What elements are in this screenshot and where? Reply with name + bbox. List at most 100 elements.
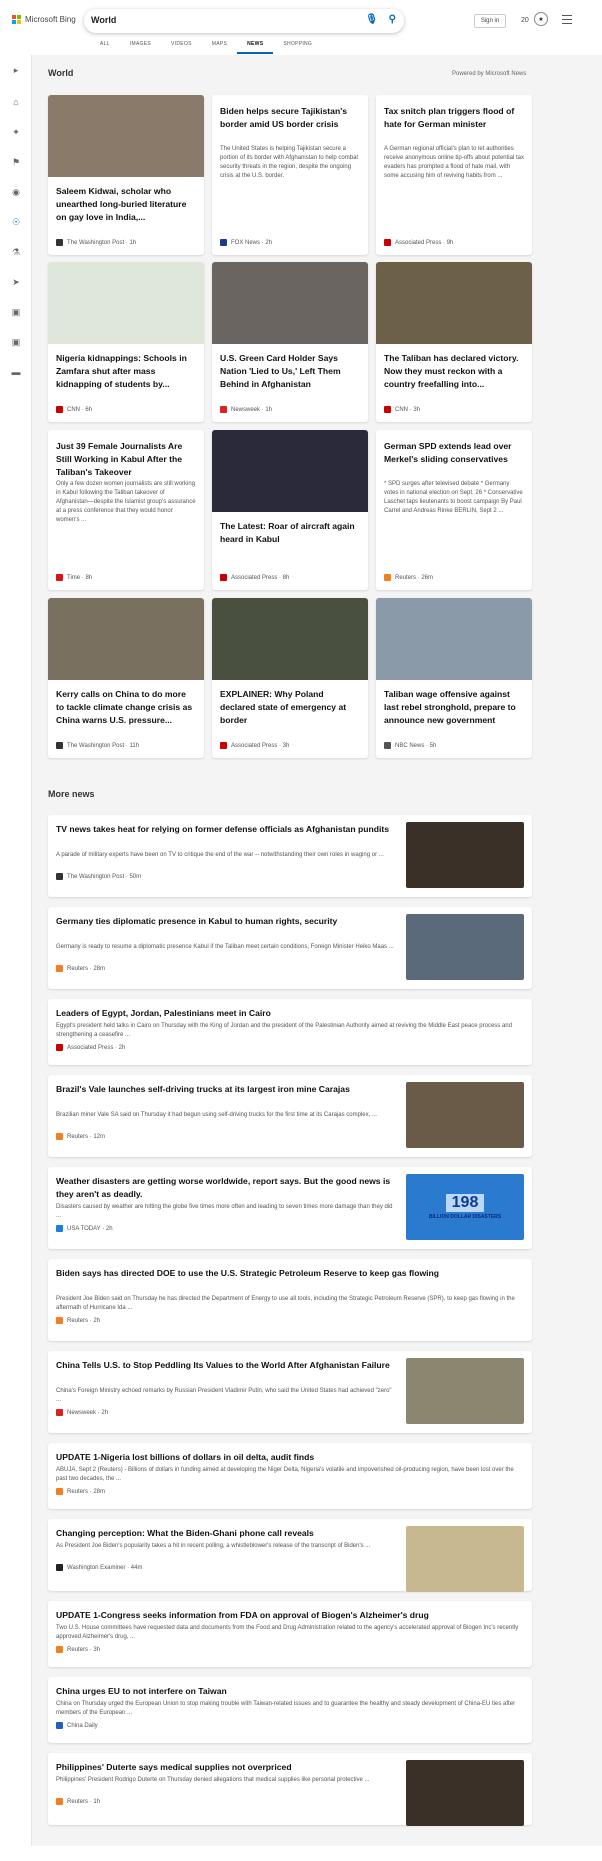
news-card-source[interactable]: The Washington Post · 11h — [56, 742, 139, 749]
news-card-source[interactable]: NBC News · 5h — [384, 742, 436, 749]
more-news-source[interactable]: Newsweek · 2h — [56, 1409, 108, 1416]
news-card-title[interactable]: The Taliban has declared victory. Now th… — [384, 352, 524, 391]
location-icon[interactable]: ◉ — [9, 185, 23, 199]
news-card-image[interactable] — [376, 598, 532, 680]
news-card[interactable]: Tax snitch plan triggers flood of hate f… — [376, 95, 532, 255]
more-news-title[interactable]: UPDATE 1-Congress seeks information from… — [56, 1609, 520, 1622]
home-icon[interactable]: ⌂ — [9, 95, 23, 109]
tab-maps[interactable]: MAPS — [202, 41, 237, 54]
tab-videos[interactable]: VIDEOS — [161, 41, 202, 54]
news-card-source[interactable]: Associated Press · 3h — [220, 742, 289, 749]
news-card-title[interactable]: Just 39 Female Journalists Are Still Wor… — [56, 440, 196, 479]
rewards-medal-icon[interactable]: ★ — [534, 12, 548, 26]
more-news-item[interactable]: Leaders of Egypt, Jordan, Palestinians m… — [48, 999, 532, 1065]
more-news-thumbnail[interactable] — [406, 1526, 524, 1592]
film-icon[interactable]: ▣ — [9, 305, 23, 319]
news-card[interactable]: Taliban wage offensive against last rebe… — [376, 598, 532, 758]
news-card-image[interactable] — [212, 262, 368, 344]
more-news-title[interactable]: TV news takes heat for relying on former… — [56, 823, 396, 836]
more-news-item[interactable]: Weather disasters are getting worse worl… — [48, 1167, 532, 1249]
news-card-title[interactable]: U.S. Green Card Holder Says Nation 'Lied… — [220, 352, 360, 391]
tools-icon[interactable]: ✦ — [9, 125, 23, 139]
more-news-thumbnail[interactable] — [406, 1358, 524, 1424]
news-card[interactable]: Saleem Kidwai, scholar who unearthed lon… — [48, 95, 204, 255]
more-news-source[interactable]: Reuters · 2h — [56, 1317, 100, 1324]
news-card-title[interactable]: German SPD extends lead over Merkel's sl… — [384, 440, 524, 466]
search-input[interactable]: World — [91, 15, 116, 25]
more-news-item[interactable]: Biden says has directed DOE to use the U… — [48, 1259, 532, 1341]
news-card-title[interactable]: Kerry calls on China to do more to tackl… — [56, 688, 196, 727]
news-card-source[interactable]: CNN · 3h — [384, 406, 420, 413]
news-card[interactable]: EXPLAINER: Why Poland declared state of … — [212, 598, 368, 758]
news-card-source[interactable]: CNN · 6h — [56, 406, 92, 413]
search-icon[interactable]: ⚲ — [389, 14, 396, 25]
news-card[interactable]: Just 39 Female Journalists Are Still Wor… — [48, 430, 204, 590]
news-card[interactable]: The Latest: Roar of aircraft again heard… — [212, 430, 368, 590]
more-news-item[interactable]: Brazil's Vale launches self-driving truc… — [48, 1075, 532, 1157]
expand-icon[interactable]: ▸ — [9, 63, 23, 77]
rocket-icon[interactable]: ➤ — [9, 275, 23, 289]
news-card-source[interactable]: Time · 8h — [56, 574, 92, 581]
more-news-title[interactable]: Germany ties diplomatic presence in Kabu… — [56, 915, 396, 928]
news-card-source[interactable]: The Washington Post · 1h — [56, 239, 136, 246]
news-card-title[interactable]: Nigeria kidnappings: Schools in Zamfara … — [56, 352, 196, 391]
news-card-title[interactable]: The Latest: Roar of aircraft again heard… — [220, 520, 360, 546]
news-card-source[interactable]: Associated Press · 9h — [384, 239, 453, 246]
news-card[interactable]: Kerry calls on China to do more to tackl… — [48, 598, 204, 758]
more-news-title[interactable]: Weather disasters are getting worse worl… — [56, 1175, 396, 1201]
news-card-title[interactable]: Taliban wage offensive against last rebe… — [384, 688, 524, 727]
news-card[interactable]: The Taliban has declared victory. Now th… — [376, 262, 532, 422]
tab-all[interactable]: ALL — [90, 41, 120, 54]
more-news-source[interactable]: The Washington Post · 50m — [56, 873, 141, 880]
more-news-item[interactable]: China Tells U.S. to Stop Peddling Its Va… — [48, 1351, 532, 1433]
more-news-title[interactable]: Philippines' Duterte says medical suppli… — [56, 1761, 396, 1774]
tab-shopping[interactable]: SHOPPING — [273, 41, 322, 54]
more-news-item[interactable]: Philippines' Duterte says medical suppli… — [48, 1753, 532, 1826]
more-news-item[interactable]: China urges EU to not interfere on Taiwa… — [48, 1677, 532, 1743]
globe-icon[interactable]: ☉ — [9, 215, 23, 229]
more-news-item[interactable]: UPDATE 1-Congress seeks information from… — [48, 1601, 532, 1667]
more-news-item[interactable]: TV news takes heat for relying on former… — [48, 815, 532, 897]
hamburger-menu-icon[interactable] — [562, 15, 572, 27]
news-card-image[interactable] — [48, 262, 204, 344]
news-card[interactable]: German SPD extends lead over Merkel's sl… — [376, 430, 532, 590]
news-card-title[interactable]: Biden helps secure Tajikistan's border a… — [220, 105, 360, 131]
bing-logo[interactable]: Microsoft Bing — [12, 15, 76, 24]
sign-in-button[interactable]: Sign in — [474, 14, 506, 28]
news-card[interactable]: Nigeria kidnappings: Schools in Zamfara … — [48, 262, 204, 422]
car-icon[interactable]: ▬ — [9, 365, 23, 379]
more-news-thumbnail[interactable] — [406, 914, 524, 980]
more-news-title[interactable]: Changing perception: What the Biden-Ghan… — [56, 1527, 396, 1540]
news-card-title[interactable]: EXPLAINER: Why Poland declared state of … — [220, 688, 360, 727]
search-box[interactable]: World 🎙 ⚲ — [84, 9, 404, 33]
news-card-title[interactable]: Tax snitch plan triggers flood of hate f… — [384, 105, 524, 131]
microscope-icon[interactable]: ⚗ — [9, 245, 23, 259]
more-news-source[interactable]: Associated Press · 2h — [56, 1044, 125, 1051]
news-card-source[interactable]: Newsweek · 1h — [220, 406, 272, 413]
more-news-title[interactable]: China urges EU to not interfere on Taiwa… — [56, 1685, 520, 1698]
news-card-source[interactable]: FOX News · 2h — [220, 239, 272, 246]
more-news-thumbnail[interactable] — [406, 1082, 524, 1148]
news-card-image[interactable] — [212, 430, 368, 512]
bank-icon[interactable]: ▣ — [9, 335, 23, 349]
more-news-title[interactable]: China Tells U.S. to Stop Peddling Its Va… — [56, 1359, 396, 1372]
more-news-title[interactable]: UPDATE 1-Nigeria lost billions of dollar… — [56, 1451, 520, 1464]
more-news-thumbnail[interactable] — [406, 822, 524, 888]
news-card-image[interactable] — [48, 598, 204, 680]
more-news-source[interactable]: Reuters · 1h — [56, 1798, 100, 1805]
more-news-thumbnail[interactable] — [406, 1760, 524, 1826]
rewards-points[interactable]: 20 — [521, 17, 529, 24]
tab-news[interactable]: NEWS — [237, 41, 274, 54]
more-news-title[interactable]: Brazil's Vale launches self-driving truc… — [56, 1083, 396, 1096]
more-news-source[interactable]: Washington Examiner · 44m — [56, 1564, 142, 1571]
more-news-item[interactable]: UPDATE 1-Nigeria lost billions of dollar… — [48, 1443, 532, 1509]
more-news-source[interactable]: USA TODAY · 2h — [56, 1225, 113, 1232]
more-news-item[interactable]: Germany ties diplomatic presence in Kabu… — [48, 907, 532, 989]
more-news-source[interactable]: Reuters · 3h — [56, 1646, 100, 1653]
news-card-source[interactable]: Reuters · 26m — [384, 574, 433, 581]
news-card[interactable]: Biden helps secure Tajikistan's border a… — [212, 95, 368, 255]
news-card-image[interactable] — [48, 95, 204, 177]
news-card-image[interactable] — [376, 262, 532, 344]
more-news-title[interactable]: Biden says has directed DOE to use the U… — [56, 1267, 520, 1280]
more-news-source[interactable]: China Daily — [56, 1722, 98, 1729]
